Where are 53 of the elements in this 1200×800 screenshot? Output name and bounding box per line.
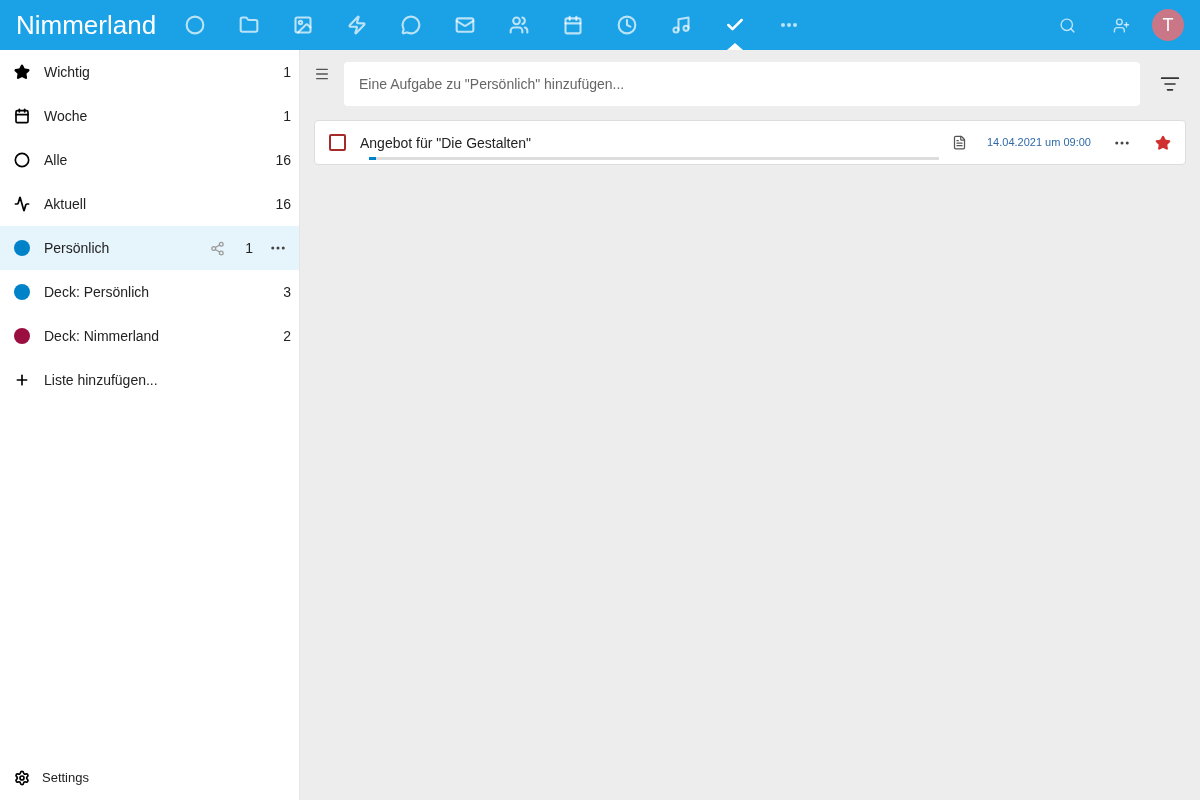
task-checkbox[interactable] [329, 134, 346, 151]
sidebar-item[interactable]: Aktuell 16 [0, 182, 299, 226]
sidebar-item[interactable]: Persönlich 1 [0, 226, 299, 270]
count: 16 [275, 195, 291, 214]
sidebar-item[interactable]: Alle 16 [0, 138, 299, 182]
chat-bubble-icon [401, 15, 421, 35]
sidebar-item[interactable]: Wichtig 1 [0, 50, 299, 94]
sidebar-item[interactable]: Liste hinzufügen... [0, 358, 299, 402]
clock-icon [617, 15, 637, 35]
list-name: Aktuell [44, 195, 88, 214]
count: 1 [283, 63, 291, 82]
folder-icon [239, 15, 259, 35]
task-title: Angebot für "Die Gestalten" [360, 133, 533, 153]
music-note-icon [671, 15, 691, 35]
sidebar-item[interactable]: Deck: Persönlich 3 [0, 270, 299, 314]
sort-icon[interactable] [1160, 74, 1180, 94]
due-date: 14.04.2021 um 09:00 [987, 135, 1092, 151]
list-name: Deck: Persönlich [44, 283, 151, 302]
list-name: Persönlich [44, 239, 111, 258]
pulse-icon [14, 196, 30, 212]
people-icon [509, 15, 529, 35]
plus-icon [14, 372, 30, 388]
mail-icon [455, 15, 475, 35]
star-icon [14, 64, 30, 80]
count: 3 [283, 283, 291, 302]
list-name: Alle [44, 151, 69, 170]
list-name: Deck: Nimmerland [44, 327, 161, 346]
count: 1 [245, 239, 253, 258]
more-icon [781, 23, 797, 27]
sidebar-item[interactable]: Woche 1 [0, 94, 299, 138]
search-icon [1058, 16, 1076, 34]
calendar-icon [563, 15, 583, 35]
list-name: Wichtig [44, 63, 91, 82]
circle-icon [14, 152, 30, 168]
new-task-field[interactable]: Eine Aufgabe zu "Persönlich" hinzufügen... [344, 62, 1140, 106]
count: 16 [275, 151, 291, 170]
count: 1 [283, 107, 291, 126]
share-icon[interactable] [210, 240, 226, 256]
list-name: Woche [44, 107, 89, 126]
sidebar-item[interactable]: Deck: Nimmerland 2 [0, 314, 299, 358]
lightning-icon [347, 15, 367, 35]
image-icon [293, 15, 313, 35]
star-icon[interactable] [1155, 134, 1171, 151]
calendar-icon [14, 108, 30, 124]
active-pointer [727, 43, 743, 50]
gear-icon [14, 770, 30, 786]
person-icon [1112, 16, 1130, 34]
count: 2 [283, 327, 291, 346]
menu-icon[interactable] [314, 66, 330, 82]
list-name: Liste hinzufügen... [44, 371, 159, 390]
task-card[interactable]: Angebot für "Die Gestalten" 14.04.2021 um 09:00 [314, 120, 1186, 165]
circle-icon [185, 15, 205, 35]
settings-item[interactable]: Settings [0, 756, 299, 800]
